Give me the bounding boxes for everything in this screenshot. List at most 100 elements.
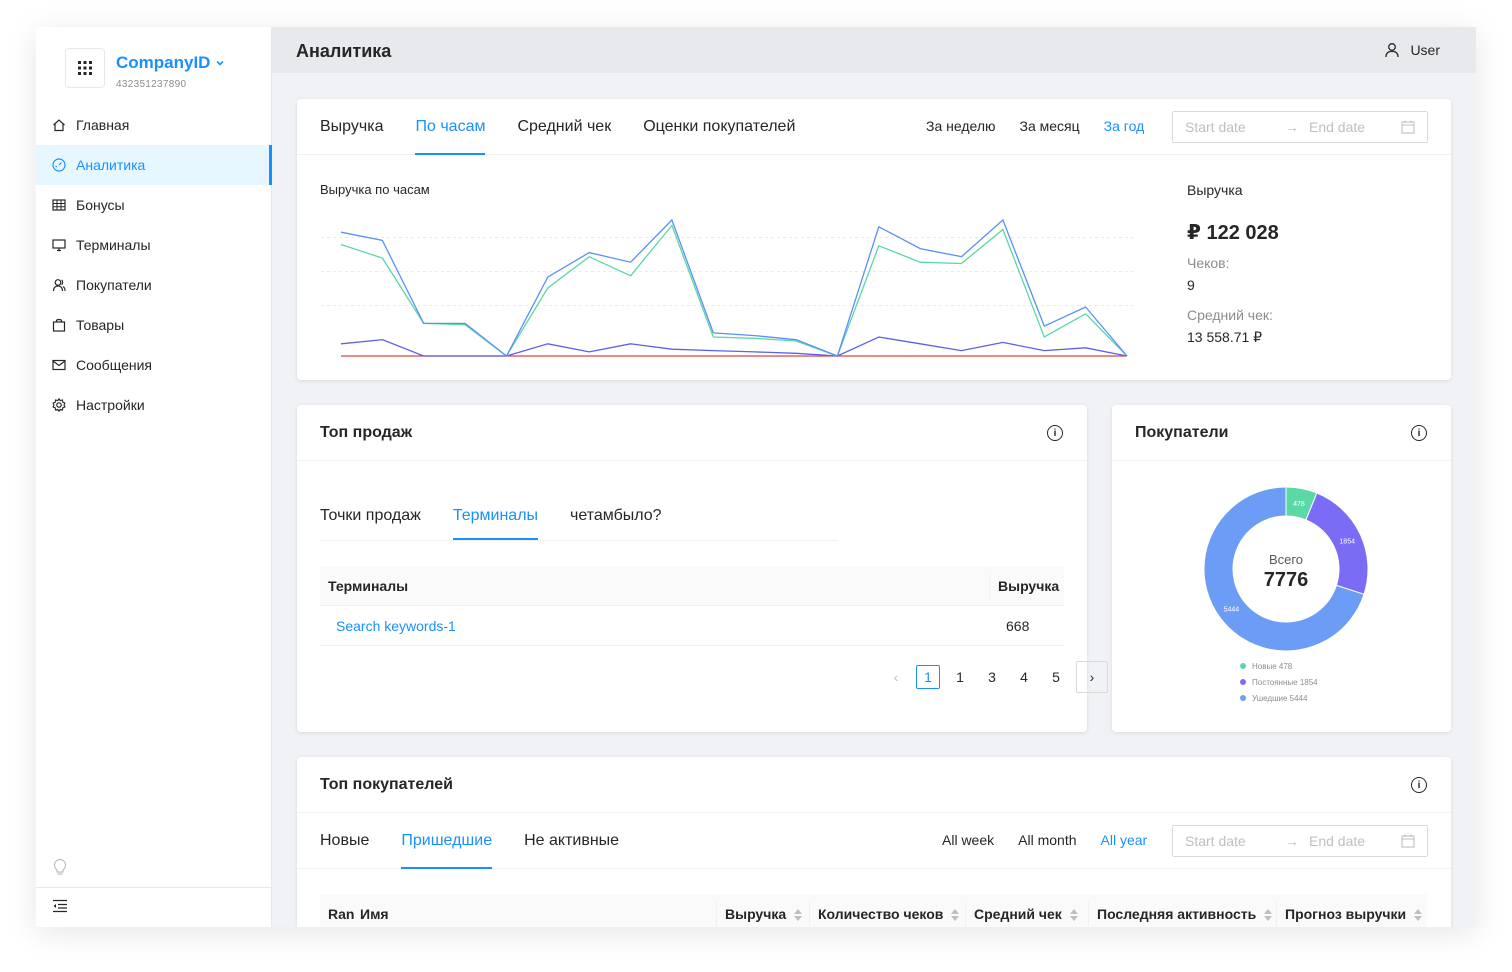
end-date-input[interactable]: End date (1309, 833, 1401, 849)
revenue-line-chart (321, 218, 1137, 357)
column-avg-sort[interactable]: Средний чек (974, 906, 1078, 922)
sidebar-item-label: Главная (76, 117, 130, 133)
top-sales-header: Топ продаж i (297, 405, 1087, 461)
summary-label: Выручка (1187, 182, 1243, 198)
info-icon[interactable]: i (1411, 777, 1427, 793)
user-icon (1385, 43, 1400, 58)
summary-value: ₽ 122 028 (1187, 222, 1279, 244)
column-revenue-sort[interactable]: Выручка (725, 906, 803, 922)
page-button[interactable]: 4 (1012, 665, 1036, 689)
column-checks-count: Количество чеков (818, 906, 944, 922)
sidebar-item-bonuses[interactable]: Бонусы (36, 185, 272, 225)
column-checks-sort[interactable]: Количество чеков (818, 906, 960, 922)
apps-icon[interactable] (65, 48, 105, 88)
row-revenue: 668 (1006, 618, 1030, 634)
prev-page-button[interactable]: ‹ (884, 665, 908, 689)
sidebar-item-analytics[interactable]: Аналитика (36, 145, 272, 185)
tab-terminals[interactable]: Терминалы (452, 491, 539, 540)
donut-total-label: Всего (1268, 552, 1304, 567)
checks-label: Чеков: (1187, 255, 1230, 271)
sidebar: CompanyID 432351237890 Главная Аналитика… (36, 27, 272, 927)
period-month[interactable]: За месяц (1020, 118, 1080, 134)
start-date-input[interactable]: Start date (1185, 833, 1285, 849)
sidebar-item-customers[interactable]: Покупатели (36, 265, 272, 305)
sidebar-item-messages[interactable]: Сообщения (36, 345, 272, 385)
column-rank[interactable]: Ran (328, 906, 354, 922)
chart-caption: Выручка по часам (320, 182, 430, 197)
users-icon (52, 278, 66, 292)
tab-customer-ratings[interactable]: Оценки покупателей (643, 99, 795, 155)
column-forecast-sort[interactable]: Прогноз выручки (1285, 906, 1423, 922)
tab-new[interactable]: Новые (320, 813, 369, 869)
calendar-icon[interactable] (1401, 834, 1415, 848)
tab-arrived[interactable]: Пришедшие (401, 813, 492, 869)
column-divider (1276, 902, 1277, 926)
page-button[interactable]: 1 (916, 665, 940, 689)
tab-average-check[interactable]: Средний чек (517, 99, 611, 155)
legend-dot (1240, 679, 1246, 685)
donut-slice-label: 5444 (1224, 607, 1240, 614)
donut-slice-label: 478 (1293, 501, 1305, 508)
user-name: User (1410, 42, 1440, 58)
mail-icon (52, 358, 66, 372)
page-button[interactable]: 5 (1044, 665, 1068, 689)
column-revenue-forecast: Прогноз выручки (1285, 906, 1407, 922)
collapse-menu-button[interactable] (36, 887, 272, 927)
tab-revenue[interactable]: Выручка (320, 99, 383, 155)
company-selector[interactable]: CompanyID (116, 53, 225, 73)
header: Аналитика User (272, 27, 1476, 73)
arrow-right-icon: → (1285, 119, 1299, 135)
menu-fold-icon (52, 899, 68, 916)
buyers-header: Покупатели i (1112, 405, 1451, 461)
info-icon[interactable]: i (1047, 425, 1063, 441)
sidebar-item-home[interactable]: Главная (36, 105, 272, 145)
donut-total-value: 7776 (1263, 569, 1309, 591)
period-all-year[interactable]: All year (1101, 832, 1148, 848)
sidebar-item-label: Товары (76, 317, 125, 333)
legend-label: Постоянные 1854 (1252, 677, 1318, 687)
period-all-week[interactable]: All week (942, 832, 994, 848)
info-icon[interactable]: i (1411, 425, 1427, 441)
sidebar-item-label: Бонусы (76, 197, 125, 213)
series-line-0 (340, 218, 1128, 357)
top-sales-tabs: Точки продаж Терминалы четамбыло? (320, 491, 838, 541)
period-all-month[interactable]: All month (1018, 832, 1076, 848)
top-buyers-date-range[interactable]: Start date → End date (1172, 825, 1428, 857)
column-revenue: Выручка (725, 906, 787, 922)
bulb-icon[interactable] (52, 858, 68, 879)
sidebar-item-label: Терминалы (76, 237, 151, 253)
settings-icon (52, 398, 66, 412)
user-menu[interactable]: User (1384, 42, 1440, 58)
tab-inactive[interactable]: Не активные (524, 813, 619, 869)
top-buyers-period-filter: All week All month All year (942, 832, 1147, 848)
revenue-date-range[interactable]: Start date → End date (1172, 111, 1428, 143)
sidebar-item-products[interactable]: Товары (36, 305, 272, 345)
page-button[interactable]: 1 (948, 665, 972, 689)
series-line-1 (340, 224, 1128, 357)
legend-item-new: Новые 478 (1240, 658, 1318, 674)
terminal-link[interactable]: Search keywords-1 (336, 618, 456, 634)
top-buyers-title: Топ покупателей (320, 776, 453, 793)
period-year[interactable]: За год (1104, 118, 1145, 134)
page-button[interactable]: 3 (980, 665, 1004, 689)
top-buyers-tabs: Новые Пришедшие Не активные (320, 813, 651, 869)
sidebar-item-label: Сообщения (76, 357, 152, 373)
sidebar-item-settings[interactable]: Настройки (36, 385, 272, 425)
series-line-2 (340, 336, 1128, 357)
column-activity-sort[interactable]: Последняя активность (1097, 906, 1273, 922)
column-name[interactable]: Имя (360, 906, 389, 922)
sidebar-item-label: Аналитика (76, 157, 146, 173)
tab-other[interactable]: четамбыло? (570, 491, 662, 540)
sidebar-item-terminals[interactable]: Терминалы (36, 225, 272, 265)
table-row: Search keywords-1 668 (320, 606, 1064, 646)
donut-legend: Новые 478 Постоянные 1854 Ушедшие 5444 (1240, 658, 1318, 706)
app-window: CompanyID 432351237890 Главная Аналитика… (36, 27, 1476, 927)
legend-item-gone: Ушедшие 5444 (1240, 690, 1318, 706)
end-date-input[interactable]: End date (1309, 119, 1401, 135)
tab-sale-points[interactable]: Точки продаж (320, 491, 421, 540)
start-date-input[interactable]: Start date (1185, 119, 1285, 135)
next-page-button[interactable]: › (1076, 661, 1108, 693)
calendar-icon[interactable] (1401, 120, 1415, 134)
tab-by-hours[interactable]: По часам (415, 99, 485, 155)
period-week[interactable]: За неделю (926, 118, 996, 134)
